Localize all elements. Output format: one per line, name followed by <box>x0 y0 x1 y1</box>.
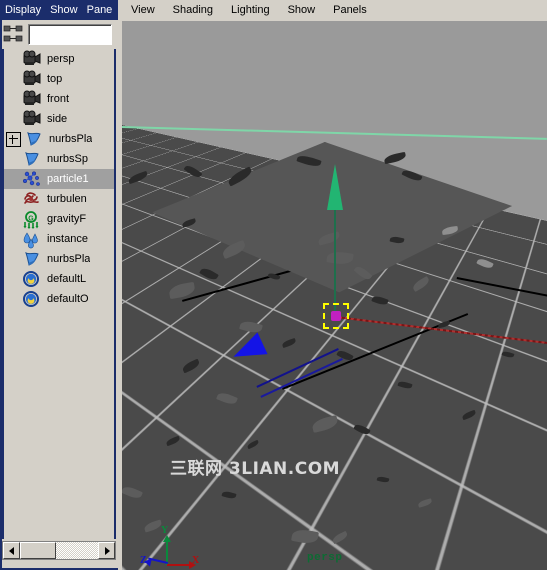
expand-spacer <box>6 253 19 266</box>
gravity-field-icon: G <box>20 210 44 229</box>
camera-name-label: persp <box>307 552 343 564</box>
gnomon-label-y: Y <box>161 525 169 536</box>
camera-icon <box>20 90 44 109</box>
viewport-menu-shading[interactable]: Shading <box>164 0 222 21</box>
outliner-item-label: front <box>47 93 70 105</box>
outliner-item-label: nurbsPla <box>47 253 91 265</box>
outliner-item-label: top <box>47 73 63 85</box>
outliner-item-particle1[interactable]: particle1 <box>4 169 114 189</box>
camera-icon <box>20 50 44 69</box>
expand-spacer <box>6 153 19 166</box>
outliner-menu-display[interactable]: Display <box>0 0 41 20</box>
outliner-item-persp[interactable]: persp <box>4 49 114 69</box>
outliner-item-turbulen[interactable]: turbulen <box>4 189 114 209</box>
viewport-menu-view[interactable]: View <box>122 0 164 21</box>
expand-plus-icon[interactable] <box>6 131 21 147</box>
move-manipulator-y-arrow-icon[interactable] <box>327 164 343 210</box>
outliner-item-label: defaultO <box>47 293 89 305</box>
expand-spacer <box>6 93 19 106</box>
outliner-list[interactable]: persp top front side nurbsPla nurbsSp particle… <box>2 49 116 539</box>
outliner-item-label: nurbsSp <box>47 153 88 165</box>
axis-gnomon: Y X Z <box>140 525 202 570</box>
outliner-item-side[interactable]: side <box>4 109 114 129</box>
expand-spacer <box>6 53 19 66</box>
nurbs-surface-icon <box>22 130 46 149</box>
particle-instance <box>383 151 407 165</box>
expand-spacer <box>6 213 19 226</box>
scroll-right-button[interactable] <box>98 542 115 559</box>
turbulence-field-icon <box>20 190 44 209</box>
expand-spacer <box>6 293 19 306</box>
watermark-text: 三联网 3LIAN.COM <box>170 459 341 479</box>
light-set-icon <box>20 270 44 289</box>
nurbs-surface-icon <box>20 150 44 169</box>
outliner-item-nurbspla[interactable]: nurbsPla <box>4 129 114 149</box>
expand-spacer <box>6 173 19 186</box>
outliner-menu-panels[interactable]: Pane <box>78 0 113 20</box>
viewport-menu-lighting[interactable]: Lighting <box>222 0 279 21</box>
scroll-left-button[interactable] <box>3 542 20 559</box>
outliner-item-defaulto[interactable]: defaultO <box>4 289 114 309</box>
expand-spacer <box>6 73 19 86</box>
outliner-item-instance[interactable]: instance <box>4 229 114 249</box>
expand-collapse-icon[interactable] <box>2 23 28 47</box>
outliner-menubar: Display Show Pane <box>0 0 118 20</box>
outliner-item-label: defaultL <box>47 273 87 285</box>
move-manipulator-center-handle[interactable] <box>323 303 349 329</box>
expand-spacer <box>6 193 19 206</box>
viewport-canvas[interactable]: Y X Z persp 三联网 3LIAN.COM <box>122 22 547 570</box>
outliner-item-label: gravityF <box>47 213 87 225</box>
outliner-item-nurbspla[interactable]: nurbsPla <box>4 249 114 269</box>
scroll-track[interactable] <box>20 542 98 559</box>
maya-window: Display Show Pane persp top front side n… <box>0 0 547 570</box>
svg-text:G: G <box>28 215 34 222</box>
outliner-item-label: side <box>47 113 68 125</box>
gnomon-label-x: X <box>192 555 200 566</box>
outliner-filter-field[interactable] <box>28 24 112 45</box>
outliner-item-top[interactable]: top <box>4 69 114 89</box>
outliner-item-label: turbulen <box>47 193 87 205</box>
expand-spacer <box>6 233 19 246</box>
expand-spacer <box>6 113 19 126</box>
gnomon-y-arrow-icon <box>163 535 171 542</box>
viewport-menubar: View Shading Lighting Show Panels <box>122 0 547 22</box>
camera-icon <box>20 70 44 89</box>
object-set-icon <box>20 290 44 309</box>
camera-icon <box>20 110 44 129</box>
viewport-menu-show[interactable]: Show <box>279 0 325 21</box>
outliner-item-gravityf[interactable]: GgravityF <box>4 209 114 229</box>
outliner-panel: Display Show Pane persp top front side n… <box>0 0 118 570</box>
instancer-icon <box>20 230 44 249</box>
scroll-thumb[interactable] <box>20 542 56 559</box>
outliner-item-label: nurbsPla <box>49 133 93 145</box>
nurbs-surface-icon <box>20 250 44 269</box>
outliner-filter-input[interactable] <box>29 25 111 45</box>
gnomon-label-z: Z <box>140 555 147 566</box>
viewport-menu-panels[interactable]: Panels <box>324 0 376 21</box>
particle-icon <box>20 170 44 189</box>
perspective-viewport[interactable]: View Shading Lighting Show Panels Y X Z … <box>122 0 547 570</box>
outliner-item-label: instance <box>47 233 88 245</box>
outliner-menu-show[interactable]: Show <box>41 0 78 20</box>
outliner-item-front[interactable]: front <box>4 89 114 109</box>
outliner-item-label: particle1 <box>47 173 89 185</box>
outliner-toolbar <box>2 21 116 48</box>
outliner-item-label: persp <box>47 53 75 65</box>
nurbs-curve-green <box>122 126 547 140</box>
outliner-item-nurbssp[interactable]: nurbsSp <box>4 149 114 169</box>
outliner-item-defaultl[interactable]: defaultL <box>4 269 114 289</box>
outliner-hscrollbar[interactable] <box>2 541 116 560</box>
expand-spacer <box>6 273 19 286</box>
gnomon-x-axis <box>167 564 191 566</box>
